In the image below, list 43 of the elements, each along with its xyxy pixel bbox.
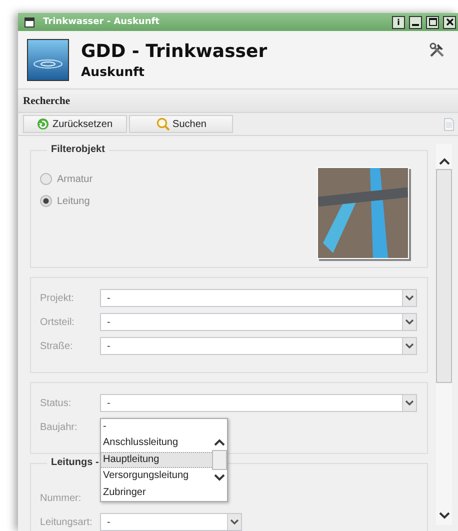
search-icon <box>156 117 170 131</box>
chevron-down-icon[interactable] <box>438 512 450 519</box>
maximize-button[interactable] <box>426 16 439 28</box>
radio-button[interactable] <box>40 195 52 207</box>
group-legend: Leitungs - <box>47 457 103 468</box>
dropdown-option[interactable]: Hauptleitung <box>101 452 212 468</box>
field-label: Ortsteil: <box>40 316 76 328</box>
app-title: GDD - Trinkwasser <box>81 40 268 62</box>
hammer-wrench-icon[interactable] <box>428 41 446 59</box>
field-label: Nummer: <box>40 492 82 504</box>
dropdown-field[interactable]: - <box>100 313 417 331</box>
search-button[interactable]: Suchen <box>129 115 233 133</box>
chevron-down-icon[interactable] <box>214 474 225 481</box>
group-legend: Filterobjekt <box>47 144 109 155</box>
field-label: Baujahr: <box>40 422 78 432</box>
field-label: Status: <box>40 398 72 408</box>
field-label: Straße: <box>40 340 74 352</box>
window-icon <box>24 16 35 28</box>
chevron-up-icon[interactable] <box>214 439 225 446</box>
info-button[interactable]: i <box>392 16 405 28</box>
dropdown-option[interactable]: Zubringer <box>101 484 212 501</box>
reset-button[interactable]: Zurücksetzen <box>23 115 127 133</box>
water-drop-logo-icon <box>27 38 69 80</box>
chevron-up-icon[interactable] <box>438 158 450 165</box>
section-title: Recherche <box>23 96 70 106</box>
dropdown-field[interactable]: - <box>100 394 417 412</box>
dropdown-field[interactable]: - <box>100 289 417 307</box>
window-title: Trinkwasser - Auskunft <box>43 17 160 27</box>
dropdown-option[interactable]: Anschlussleitung <box>101 435 212 452</box>
dropdown-field[interactable]: - <box>100 513 242 531</box>
close-icon <box>446 18 454 26</box>
scrollbar[interactable] <box>436 144 452 525</box>
dropdown-option[interactable]: - <box>101 419 212 436</box>
app-subtitle: Auskunft <box>81 64 146 78</box>
minimize-button[interactable] <box>409 16 422 28</box>
reset-arrow-icon <box>37 118 50 130</box>
dropdown-option[interactable]: Versorgungsleitung <box>101 468 212 485</box>
radio-button[interactable] <box>40 173 52 185</box>
maximize-icon <box>428 18 436 26</box>
dropdown-field[interactable]: - <box>100 337 417 355</box>
close-button[interactable] <box>443 16 456 28</box>
field-label: Projekt: <box>40 292 75 304</box>
field-label: Leitungsart: <box>40 516 94 528</box>
